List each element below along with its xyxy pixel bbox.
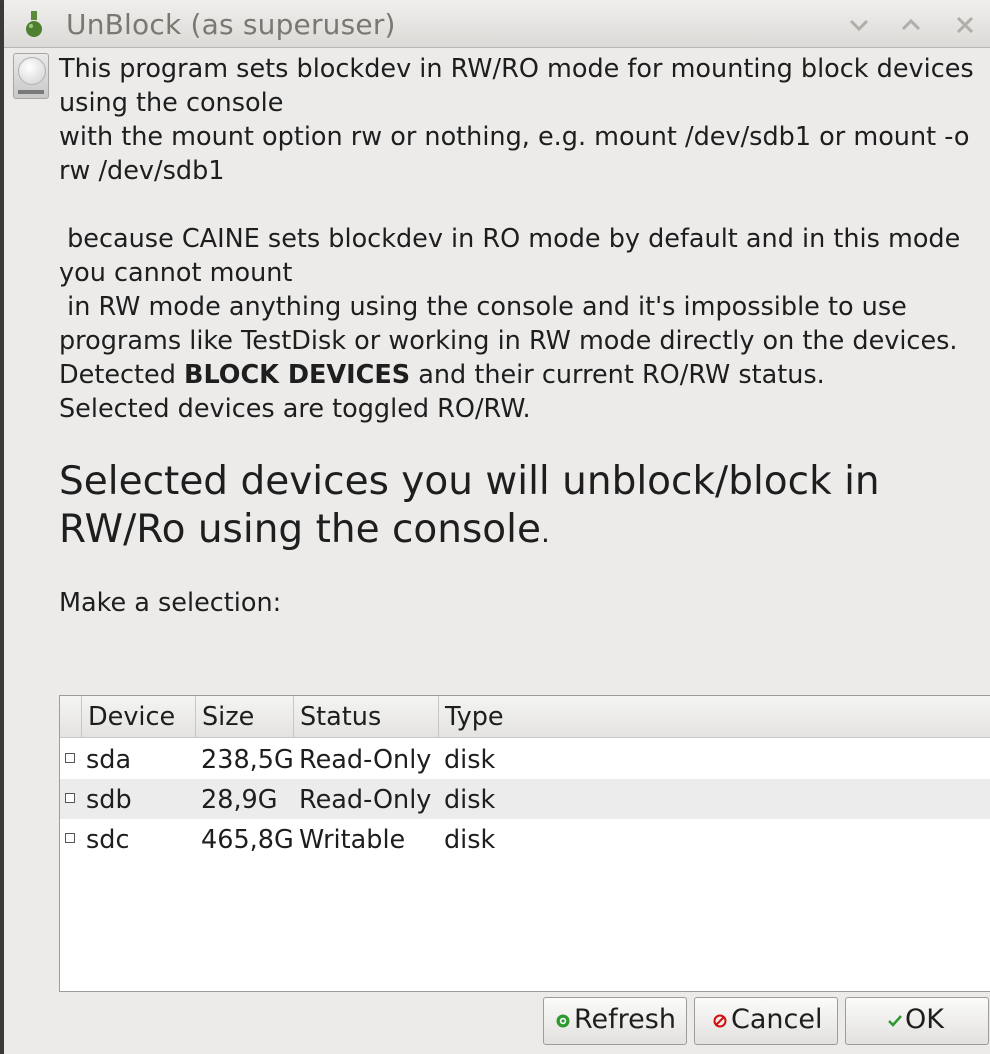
- column-device[interactable]: Device: [81, 696, 195, 737]
- device-size: 465,8G: [201, 825, 294, 855]
- description-line: Selected devices are toggled RO/RW.: [59, 394, 531, 424]
- cancel-icon: [713, 1014, 727, 1028]
- title-bar[interactable]: UnBlock (as superuser): [4, 0, 990, 48]
- minimize-button[interactable]: [846, 12, 872, 38]
- chevron-down-icon: [849, 19, 869, 32]
- description-line: in RW mode anything using the console an…: [59, 292, 958, 356]
- block-devices-label: BLOCK DEVICES: [184, 360, 411, 390]
- description-line: with the mount option rw or nothing, e.g…: [59, 122, 978, 186]
- column-size[interactable]: Size: [195, 696, 293, 737]
- device-type: disk: [444, 745, 496, 775]
- description-line: because CAINE sets blockdev in RO mode b…: [59, 224, 969, 288]
- drive-icon: [13, 53, 49, 99]
- device-status: Writable: [299, 825, 406, 855]
- table-row[interactable]: sdc 465,8G Writable disk: [60, 819, 990, 859]
- description-line: This program sets blockdev in RW/RO mode…: [59, 54, 982, 118]
- device-checkbox[interactable]: [65, 753, 75, 763]
- cancel-label: Cancel: [731, 1004, 823, 1035]
- device-name: sda: [86, 745, 132, 775]
- device-status: Read-Only: [299, 745, 432, 775]
- column-status[interactable]: Status: [293, 696, 438, 737]
- flask-icon: [26, 11, 42, 37]
- table-header: Device Size Status Type: [60, 696, 990, 738]
- device-table: Device Size Status Type sda 238,5G Read-…: [59, 695, 990, 992]
- close-button[interactable]: [952, 12, 978, 38]
- close-icon: [956, 16, 974, 34]
- column-type[interactable]: Type: [438, 696, 990, 737]
- refresh-label: Refresh: [574, 1004, 676, 1035]
- headline: Selected devices you will unblock/block …: [59, 459, 880, 552]
- device-checkbox[interactable]: [65, 793, 75, 803]
- device-size: 28,9G: [201, 785, 278, 815]
- ok-label: OK: [905, 1004, 944, 1035]
- device-size: 238,5G: [201, 745, 294, 775]
- table-row[interactable]: sda 238,5G Read-Only disk: [60, 739, 990, 779]
- device-name: sdb: [86, 785, 132, 815]
- window-title: UnBlock (as superuser): [66, 8, 396, 41]
- device-status: Read-Only: [299, 785, 432, 815]
- dialog-window: UnBlock (as superuser) This program sets…: [4, 0, 990, 1054]
- device-checkbox[interactable]: [65, 833, 75, 843]
- maximize-button[interactable]: [898, 12, 924, 38]
- ok-button[interactable]: OK: [845, 997, 989, 1045]
- refresh-icon: [556, 1014, 570, 1028]
- description-text: This program sets blockdev in RW/RO mode…: [59, 52, 989, 426]
- selection-prompt: Make a selection:: [59, 588, 282, 618]
- device-type: disk: [444, 825, 496, 855]
- description-line: Detected BLOCK DEVICES and their current…: [59, 360, 825, 390]
- device-name: sdc: [86, 825, 130, 855]
- refresh-button[interactable]: Refresh: [543, 997, 687, 1045]
- chevron-up-icon: [901, 18, 921, 31]
- check-icon: [888, 1015, 902, 1027]
- device-type: disk: [444, 785, 496, 815]
- table-row[interactable]: sdb 28,9G Read-Only disk: [60, 779, 990, 819]
- cancel-button[interactable]: Cancel: [694, 997, 838, 1045]
